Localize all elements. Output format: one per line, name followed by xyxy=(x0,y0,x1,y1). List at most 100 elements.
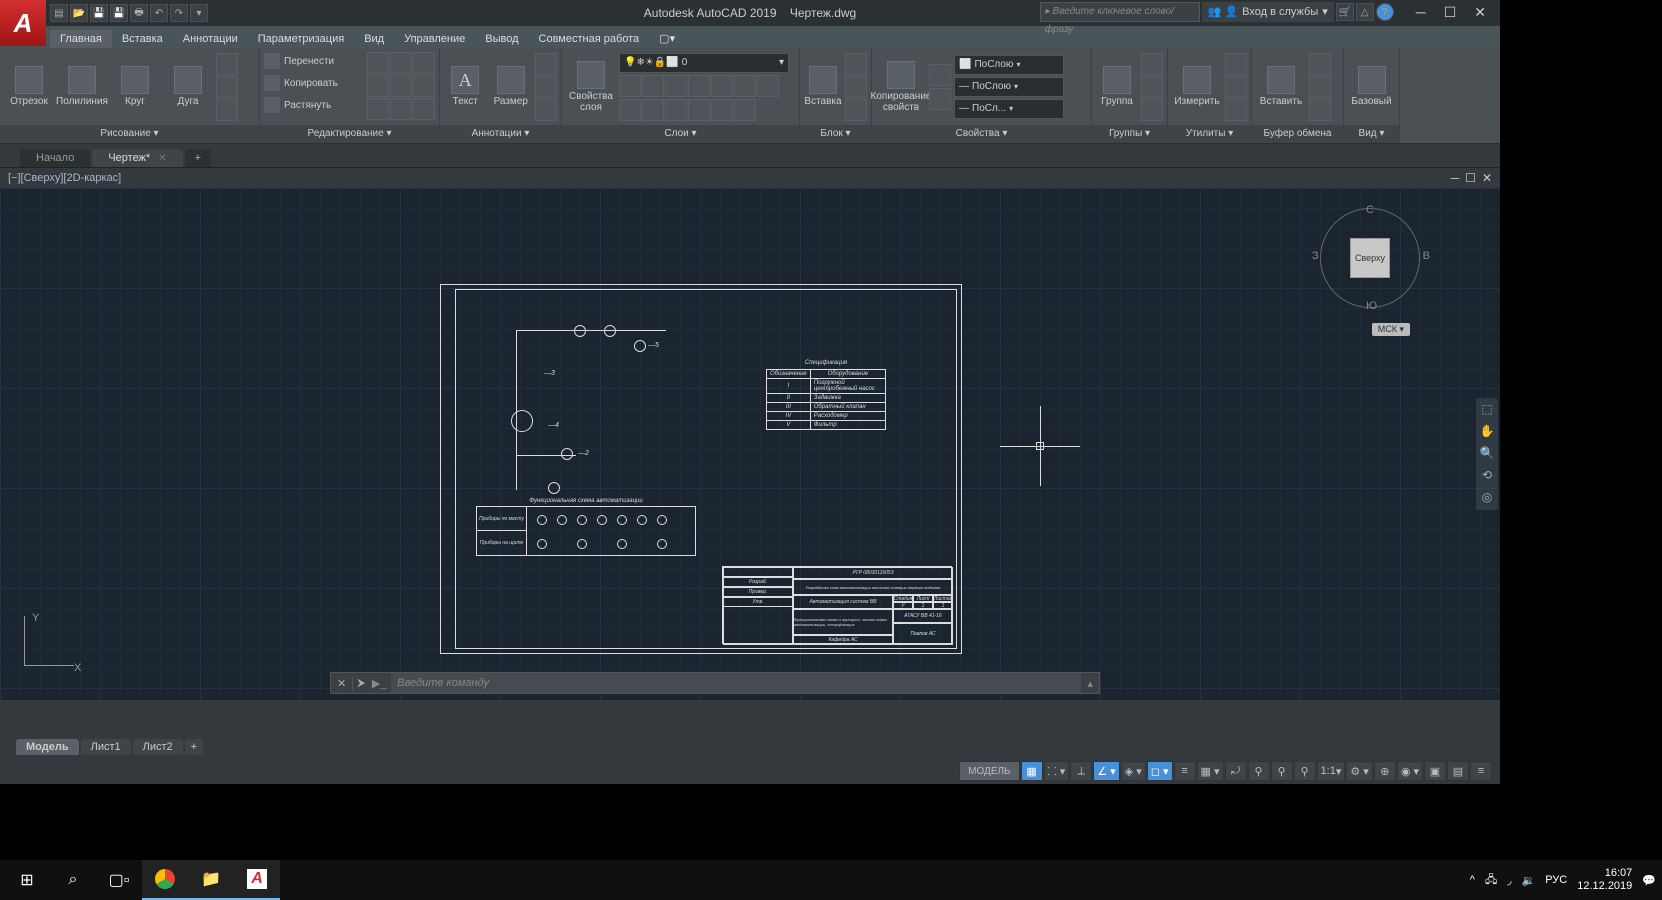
vp-min-icon[interactable]: ─ xyxy=(1451,168,1460,188)
matchprops-button[interactable]: Копирование свойств xyxy=(876,52,926,122)
cmd-history-icon[interactable]: ▴ xyxy=(1081,677,1099,690)
tab-annotate[interactable]: Аннотации xyxy=(173,30,248,48)
group-sm2-icon[interactable] xyxy=(1141,76,1163,98)
clip-sm1-icon[interactable] xyxy=(1309,53,1331,75)
status-polar-icon[interactable]: ∠ ▾ xyxy=(1093,761,1119,781)
vc-face[interactable]: Сверху xyxy=(1350,238,1390,278)
drawing-canvas[interactable]: —3 —4 —2 —5 Спецификация ОбозначениеОбор… xyxy=(0,188,1500,700)
line-button[interactable]: Отрезок xyxy=(4,52,54,122)
qat-plot-icon[interactable]: 🖶 xyxy=(130,4,148,22)
color-combo[interactable]: ⬜ ПоСлою xyxy=(954,55,1064,75)
status-model[interactable]: МОДЕЛЬ xyxy=(959,761,1019,781)
block-sm1-icon[interactable] xyxy=(845,53,867,75)
draw-sm1-icon[interactable] xyxy=(216,53,238,75)
tray-clock[interactable]: 16:07 12.12.2019 xyxy=(1577,867,1632,893)
exchange-icon[interactable]: 🛒 xyxy=(1336,3,1354,21)
annot-sm-icon[interactable] xyxy=(535,99,557,121)
panel-groups-title[interactable]: Группы ▾ xyxy=(1092,125,1167,143)
status-ann2-icon[interactable]: ⚲ xyxy=(1271,761,1293,781)
linetype-combo[interactable]: — ПоСл... xyxy=(954,99,1064,119)
maximize-button[interactable]: ☐ xyxy=(1444,4,1457,21)
table-icon[interactable] xyxy=(535,76,557,98)
nav-zoom-icon[interactable]: 🔍 xyxy=(1479,446,1495,462)
panel-props-title[interactable]: Свойства ▾ xyxy=(872,125,1091,143)
trim-icon[interactable] xyxy=(390,52,412,74)
layer-sm8-icon[interactable] xyxy=(619,99,641,121)
cmd-recent-icon[interactable]: ⮞ xyxy=(353,677,369,690)
paste-button[interactable]: Вставить xyxy=(1256,52,1306,122)
copy-button[interactable]: Копировать xyxy=(264,72,338,94)
status-iso2-icon[interactable]: ▣ xyxy=(1424,761,1446,781)
util-sm2-icon[interactable] xyxy=(1225,76,1247,98)
layout-model[interactable]: Модель xyxy=(16,739,79,755)
status-iso-icon[interactable]: ◈ ▾ xyxy=(1121,761,1146,781)
clip-sm3-icon[interactable] xyxy=(1309,99,1331,121)
layer-sm12-icon[interactable] xyxy=(711,99,733,121)
scale-icon[interactable] xyxy=(367,98,389,120)
layer-sm5-icon[interactable] xyxy=(711,75,733,97)
status-monit-icon[interactable]: ⊕ xyxy=(1374,761,1396,781)
help-icon[interactable]: ? xyxy=(1376,3,1394,21)
tab-add[interactable]: + xyxy=(185,149,211,167)
tab-output[interactable]: Вывод xyxy=(475,30,528,48)
vp-close-icon[interactable]: ✕ xyxy=(1482,168,1492,188)
panel-utils-title[interactable]: Утилиты ▾ xyxy=(1168,125,1251,143)
a360-icon[interactable]: △ xyxy=(1356,3,1374,21)
status-snap-icon[interactable]: ⸬ ▾ xyxy=(1044,761,1070,781)
chrome-icon[interactable] xyxy=(142,860,188,900)
wcs-badge[interactable]: МСК ▾ xyxy=(1372,323,1410,336)
layer-sm4-icon[interactable] xyxy=(688,75,710,97)
status-ann1-icon[interactable]: ⚲ xyxy=(1248,761,1270,781)
layer-sm9-icon[interactable] xyxy=(642,99,664,121)
tray-lang[interactable]: РУС xyxy=(1545,874,1567,886)
panel-modify-title[interactable]: Редактирование ▾ xyxy=(260,125,439,143)
qat-open-icon[interactable]: 📂 xyxy=(70,4,88,22)
layer-sm6-icon[interactable] xyxy=(734,75,756,97)
nav-orbit-icon[interactable]: ⟲ xyxy=(1479,468,1495,484)
group-sm1-icon[interactable] xyxy=(1141,53,1163,75)
tray-sound-icon[interactable]: 🔉 xyxy=(1522,874,1536,887)
qat-redo-icon[interactable]: ↷ xyxy=(170,4,188,22)
layout-sheet2[interactable]: Лист2 xyxy=(133,739,183,755)
status-osnap-icon[interactable]: ◻ ▾ xyxy=(1147,761,1173,781)
status-ws-icon[interactable]: ⚙ ▾ xyxy=(1346,761,1372,781)
viewcube[interactable]: С Ю З В Сверху xyxy=(1320,208,1420,308)
status-ann3-icon[interactable]: ⚲ xyxy=(1294,761,1316,781)
util-sm3-icon[interactable] xyxy=(1225,99,1247,121)
stretch-button[interactable]: Растянуть xyxy=(264,94,331,116)
login-button[interactable]: 👥 👤 Вход в службы ▾ xyxy=(1202,2,1334,22)
layout-add[interactable]: + xyxy=(185,739,203,755)
insert-button[interactable]: Вставка xyxy=(804,52,842,122)
clip-sm2-icon[interactable] xyxy=(1309,76,1331,98)
layer-sm2-icon[interactable] xyxy=(642,75,664,97)
tray-up-icon[interactable]: ^ xyxy=(1470,874,1475,886)
leader-icon[interactable] xyxy=(535,53,557,75)
layer-sm7-icon[interactable] xyxy=(757,75,779,97)
polyline-button[interactable]: Полилиния xyxy=(57,52,107,122)
erase-icon[interactable] xyxy=(413,52,435,74)
cmd-input[interactable]: Введите команду xyxy=(391,673,1081,693)
vc-west[interactable]: З xyxy=(1312,250,1319,262)
status-hw-icon[interactable]: ◉ ▾ xyxy=(1397,761,1423,781)
arc-button[interactable]: Дуга xyxy=(163,52,213,122)
block-sm2-icon[interactable] xyxy=(845,76,867,98)
tab-parametric[interactable]: Параметризация xyxy=(248,30,354,48)
tray-notifications-icon[interactable]: 💬 xyxy=(1642,874,1656,887)
tab-manage[interactable]: Управление xyxy=(394,30,475,48)
autocad-taskbar-icon[interactable]: A xyxy=(234,860,280,900)
panel-annot-title[interactable]: Аннотации ▾ xyxy=(440,125,561,143)
layer-sm11-icon[interactable] xyxy=(688,99,710,121)
status-cycle-icon[interactable]: ⤾ xyxy=(1225,761,1247,781)
mirror-icon[interactable] xyxy=(367,75,389,97)
layer-sm3-icon[interactable] xyxy=(665,75,687,97)
draw-sm3-icon[interactable] xyxy=(216,99,238,121)
status-trans-icon[interactable]: ▦ ▾ xyxy=(1197,761,1224,781)
layer-sm10-icon[interactable] xyxy=(665,99,687,121)
qat-more-icon[interactable]: ▾ xyxy=(190,4,208,22)
tab-collab[interactable]: Совместная работа xyxy=(529,30,650,48)
status-ortho-icon[interactable]: ⟂ xyxy=(1070,761,1092,781)
measure-button[interactable]: Измерить xyxy=(1172,52,1222,122)
tab-close-icon[interactable]: ✕ xyxy=(158,153,166,164)
start-button[interactable]: ⊞ xyxy=(4,860,50,900)
panel-draw-title[interactable]: Рисование ▾ xyxy=(0,125,259,143)
